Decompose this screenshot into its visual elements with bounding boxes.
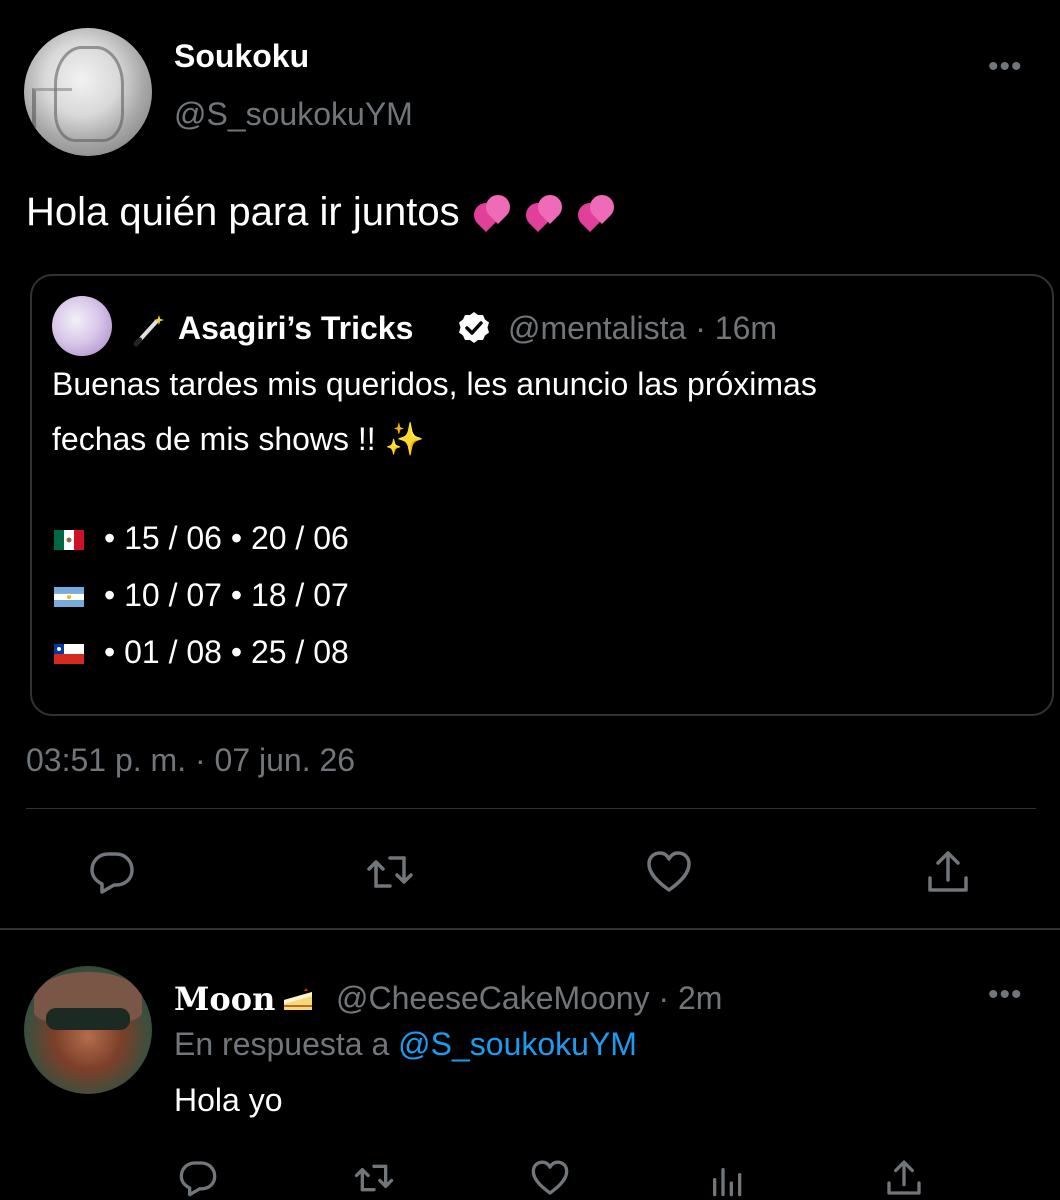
avatar-illustration-detail bbox=[32, 88, 72, 148]
share-icon[interactable] bbox=[924, 848, 972, 896]
chile-flag-icon bbox=[54, 644, 84, 664]
tweet-text: Hola quién para ir juntos bbox=[26, 190, 619, 235]
reply-icon[interactable] bbox=[178, 1158, 218, 1198]
quoted-author-name[interactable]: Asagiri’s Tricks bbox=[178, 310, 413, 347]
reply-to-prefix: En respuesta a bbox=[174, 1026, 399, 1062]
more-options-icon[interactable]: ••• bbox=[988, 50, 1023, 84]
tweet-timestamp[interactable]: 03:51 p. m. · 07 jun. 26 bbox=[26, 742, 355, 779]
verified-badge-icon bbox=[459, 312, 489, 343]
retweet-icon[interactable] bbox=[354, 1158, 394, 1198]
author-avatar[interactable] bbox=[24, 28, 152, 156]
date-row-argentina: • 10 / 07 • 18 / 07 bbox=[104, 577, 349, 613]
quoted-author-avatar[interactable] bbox=[52, 296, 112, 356]
reply-author-meta[interactable]: @CheeseCakeMoony · 2m bbox=[336, 980, 722, 1017]
magic-wand-icon bbox=[134, 315, 164, 346]
argentina-flag-icon bbox=[54, 587, 84, 607]
cake-icon bbox=[284, 988, 312, 1010]
analytics-icon[interactable] bbox=[708, 1158, 748, 1198]
avatar-illustration-detail bbox=[46, 1008, 130, 1030]
two-hearts-emoji-icon bbox=[520, 190, 567, 232]
date-row-mexico: • 15 / 06 • 20 / 06 bbox=[104, 520, 349, 556]
author-name[interactable]: Soukoku bbox=[174, 38, 309, 75]
two-hearts-emoji-icon bbox=[572, 190, 619, 232]
divider bbox=[26, 808, 1036, 809]
author-handle[interactable]: @S_soukokuYM bbox=[174, 96, 413, 133]
retweet-icon[interactable] bbox=[366, 848, 414, 896]
quoted-text-line-2: fechas de mis shows !! ✨ bbox=[52, 421, 425, 457]
date-row-chile: • 01 / 08 • 25 / 08 bbox=[104, 634, 349, 670]
reply-text: Hola yo bbox=[174, 1082, 283, 1118]
reply-to-line: En respuesta a @S_soukokuYM bbox=[174, 1026, 637, 1063]
tweet-text-content: Hola quién para ir juntos bbox=[26, 190, 460, 234]
quoted-text-line-1: Buenas tardes mis queridos, les anuncio … bbox=[52, 366, 817, 402]
reply-author-name[interactable]: Moon bbox=[174, 980, 275, 1018]
reply-to-mention[interactable]: @S_soukokuYM bbox=[398, 1026, 637, 1062]
mexico-flag-icon bbox=[54, 530, 84, 550]
section-divider bbox=[0, 928, 1060, 930]
quoted-author-meta[interactable]: @mentalista · 16m bbox=[508, 310, 777, 347]
share-icon[interactable] bbox=[884, 1158, 924, 1198]
more-options-icon[interactable]: ••• bbox=[988, 978, 1023, 1012]
like-icon[interactable] bbox=[645, 848, 693, 896]
like-icon[interactable] bbox=[530, 1158, 570, 1198]
reply-icon[interactable] bbox=[88, 848, 136, 896]
reply-author-avatar[interactable] bbox=[24, 966, 152, 1094]
two-hearts-emoji-icon bbox=[468, 190, 515, 232]
